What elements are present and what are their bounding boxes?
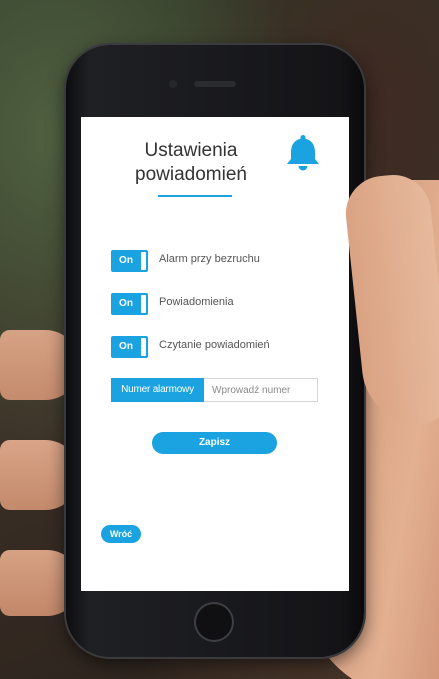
notifications-toggle[interactable]: On bbox=[111, 293, 148, 315]
toggle-state-label: On bbox=[119, 298, 133, 309]
home-button bbox=[194, 602, 234, 642]
toggle-knob bbox=[141, 295, 146, 313]
read-notifications-toggle[interactable]: On bbox=[111, 336, 148, 358]
alarm-number-label: Numer alarmowy bbox=[111, 378, 204, 402]
read-notifications-label: Czytanie powiadomień bbox=[159, 339, 270, 351]
page-title-line-1: Ustawienia bbox=[144, 140, 238, 161]
front-camera bbox=[169, 80, 177, 88]
alarm-number-input[interactable] bbox=[204, 378, 318, 402]
bell-icon bbox=[287, 135, 319, 171]
back-button[interactable]: Wróć bbox=[101, 525, 141, 543]
alarm-number-group: Numer alarmowy bbox=[111, 378, 318, 402]
earpiece-speaker bbox=[194, 81, 236, 87]
title-underline bbox=[158, 195, 232, 197]
alarm-motion-label: Alarm przy bezruchu bbox=[159, 253, 260, 265]
notifications-label: Powiadomienia bbox=[159, 296, 234, 308]
phone-screen: Ustawienia powiadomień On Alarm przy bez… bbox=[81, 117, 349, 591]
toggle-state-label: On bbox=[119, 255, 133, 266]
phone-device: Ustawienia powiadomień On Alarm przy bez… bbox=[66, 45, 364, 657]
photo-background: Ustawienia powiadomień On Alarm przy bez… bbox=[0, 0, 439, 679]
toggle-state-label: On bbox=[119, 341, 133, 352]
toggle-knob bbox=[141, 338, 146, 356]
alarm-motion-toggle[interactable]: On bbox=[111, 250, 148, 272]
page-title: Ustawienia powiadomień bbox=[121, 139, 261, 187]
toggle-knob bbox=[141, 252, 146, 270]
save-button[interactable]: Zapisz bbox=[152, 432, 277, 454]
page-title-line-2: powiadomień bbox=[135, 164, 247, 185]
